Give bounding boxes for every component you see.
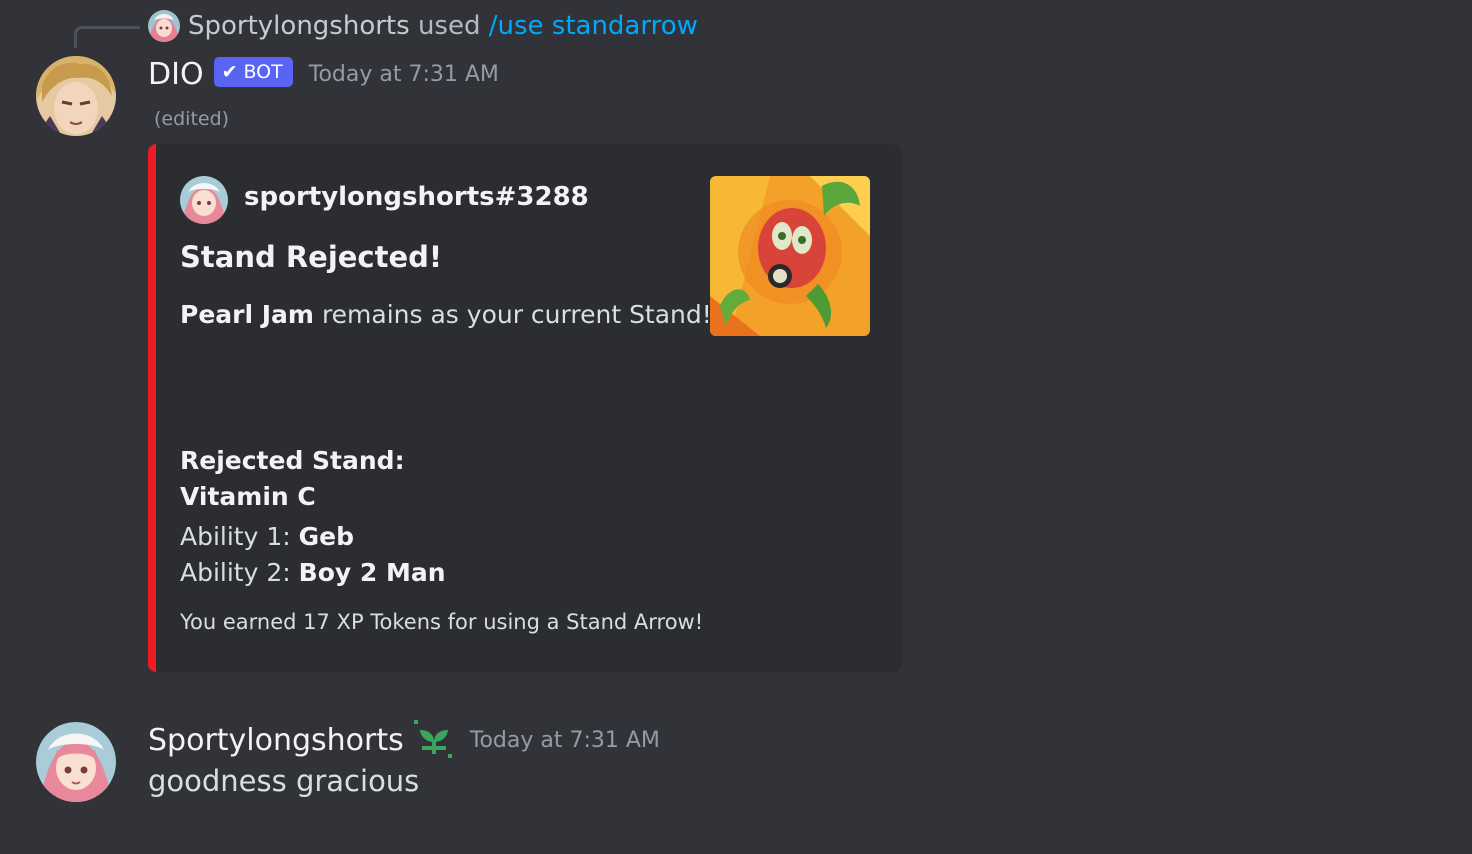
bot-message-header: DIO ✔ BOT Today at 7:31 AM [148, 54, 499, 94]
user-message-timestamp[interactable]: Today at 7:31 AM [470, 728, 660, 753]
bot-badge: ✔ BOT [213, 57, 293, 87]
reply-used-text: used [417, 11, 481, 41]
user-username[interactable]: Sportylongshorts [148, 723, 404, 758]
ability-1-value: Geb [298, 522, 355, 551]
reply-preview[interactable]: Sportylongshorts used /use standarrow [188, 8, 698, 44]
embed-title: Stand Rejected! [180, 240, 443, 274]
stand-thumbnail-image[interactable] [710, 176, 870, 336]
embed-description: Pearl Jam remains as your current Stand! [180, 300, 712, 329]
embed-author-name[interactable]: sportylongshorts#3288 [244, 182, 589, 212]
verified-check-icon: ✔ [221, 61, 238, 83]
user-message-header: Sportylongshorts Today at 7:31 AM [148, 720, 660, 760]
ability-2-row: Ability 2: Boy 2 Man [180, 558, 446, 587]
edited-indicator: (edited) [154, 108, 230, 130]
reply-user-avatar[interactable] [148, 10, 180, 42]
ability-1-row: Ability 1: Geb [180, 522, 354, 551]
rejected-stand-label: Rejected Stand: [180, 446, 405, 475]
current-stand-name: Pearl Jam [180, 300, 314, 329]
reply-command-link[interactable]: /use standarrow [489, 11, 698, 41]
rejected-stand-name: Vitamin C [180, 482, 316, 511]
embed-author-avatar[interactable] [180, 176, 228, 224]
reply-connector-line [74, 26, 140, 48]
ability-1-label: Ability 1: [180, 522, 291, 551]
stand-embed: sportylongshorts#3288 Stand Rejected! Pe… [148, 144, 902, 672]
dio-avatar[interactable] [36, 56, 116, 136]
embed-accent-bar [148, 144, 156, 672]
bot-badge-label: BOT [243, 61, 283, 83]
user-message-text: goodness gracious [148, 764, 420, 798]
embed-description-text: remains as your current Stand! [321, 300, 712, 329]
embed-footer: You earned 17 XP Tokens for using a Stan… [180, 610, 704, 634]
ability-2-label: Ability 2: [180, 558, 291, 587]
sprout-icon[interactable] [413, 720, 454, 760]
sportylongshorts-avatar[interactable] [36, 722, 116, 802]
bot-username[interactable]: DIO [148, 57, 204, 92]
ability-2-value: Boy 2 Man [298, 558, 446, 587]
bot-message-timestamp[interactable]: Today at 7:31 AM [309, 62, 499, 87]
reply-username[interactable]: Sportylongshorts [188, 11, 410, 41]
